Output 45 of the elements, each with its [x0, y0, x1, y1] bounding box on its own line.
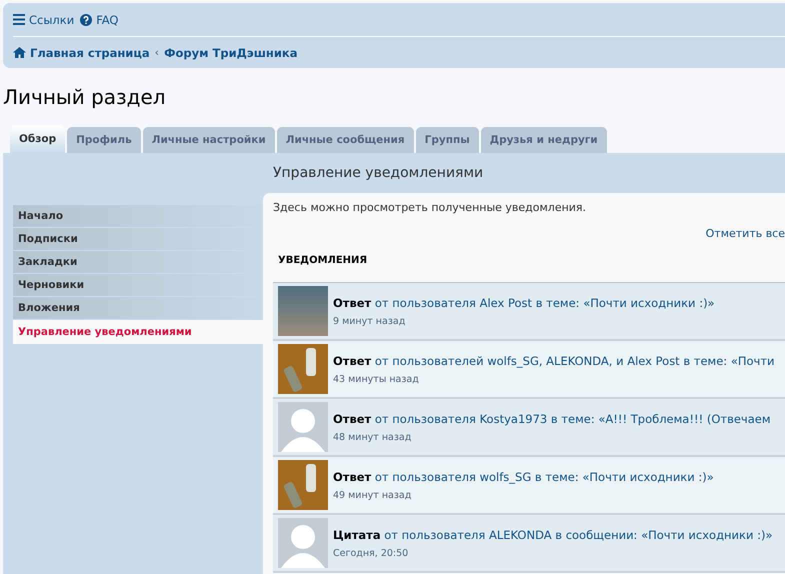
- notification-time: 49 минут назад: [333, 490, 412, 500]
- tab[interactable]: Друзья и недруги: [480, 127, 607, 153]
- notification-time: 43 минуты назад: [333, 374, 420, 384]
- bottles-drawing: [278, 460, 328, 510]
- avatar-silhouette-icon: [278, 518, 328, 568]
- notification-text: Ответ от пользователя Kostya1973 в теме: «А!!! Троблема!!! (Отвечаем: [333, 412, 771, 426]
- notification-text: Ответ от пользователя wolfs_SG в теме: «Почти исходники :)»: [333, 470, 714, 484]
- bottles-drawing: [278, 344, 328, 394]
- notification-time: Сегодня, 20:50: [333, 548, 410, 558]
- notification-time: 48 минут назад: [333, 432, 412, 442]
- photo-placeholder: [278, 286, 328, 336]
- notification-text: Цитата от пользователя ALEKONDA в сообщении: «Почти исходники :)»: [333, 528, 772, 542]
- sidebar-item[interactable]: Управление уведомлениями: [13, 320, 263, 344]
- tab[interactable]: Профиль: [67, 127, 141, 153]
- list-heading: УВЕДОМЛЕНИЯ: [278, 255, 368, 266]
- notification-row[interactable]: Ответ от пользователей wolfs_SG, ALEKONDA, и Alex Post в теме: «Почти 43 минуты назад: [273, 341, 785, 399]
- avatar-silhouette-icon: [278, 402, 328, 452]
- tab[interactable]: Обзор: [10, 125, 66, 153]
- notification-row[interactable]: Ответ от пользователя Alex Post в теме: «Почти исходники :)» 9 минут назад: [273, 283, 785, 341]
- notification-row[interactable]: Ответ от пользователя wolfs_SG в теме: «Почти исходники :)» 49 минут назад: [273, 457, 785, 515]
- sidebar-item[interactable]: Закладки: [13, 251, 263, 273]
- tab[interactable]: Личные сообщения: [276, 127, 414, 153]
- notification-text: Ответ от пользователя Alex Post в теме: «Почти исходники :)»: [333, 296, 715, 310]
- sidebar-item[interactable]: Начало: [13, 205, 263, 227]
- sidebar-item[interactable]: Черновики: [13, 274, 263, 296]
- tab[interactable]: Группы: [416, 127, 479, 153]
- breadcrumb-link[interactable]: Главная страница: [13, 46, 150, 60]
- sidebar-item[interactable]: Вложения: [13, 297, 263, 319]
- section-title: Управление уведомлениями: [272, 164, 484, 183]
- tab[interactable]: Личные настройки: [142, 127, 275, 153]
- mark-all-link[interactable]: Отметить все: [706, 227, 785, 240]
- page-title: Личный раздел: [3, 85, 167, 111]
- notification-text: Ответ от пользователей wolfs_SG, ALEKONDA, и Alex Post в теме: «Почти: [333, 354, 775, 368]
- notification-time: 9 минут назад: [333, 316, 406, 326]
- menu-icon: [13, 14, 25, 25]
- notification-row[interactable]: Цитата от пользователя ALEKONDA в сообщении: «Почти исходники :)» Сегодня, 20:50: [273, 515, 785, 573]
- help-icon: [80, 14, 92, 26]
- description-text: Здесь можно просмотреть полученные уведомления.: [273, 201, 588, 214]
- top-link[interactable]: Ссылки: [13, 12, 74, 26]
- breadcrumb-link[interactable]: Форум ТриДэшника: [164, 46, 298, 60]
- sidebar-item[interactable]: Подписки: [13, 228, 263, 250]
- home-icon: [13, 47, 26, 58]
- breadcrumb-separator: ‹: [154, 46, 160, 59]
- top-link[interactable]: FAQ: [80, 12, 118, 26]
- notification-row[interactable]: Ответ от пользователя Kostya1973 в теме: «А!!! Троблема!!! (Отвечаем 48 минут назад: [273, 399, 785, 457]
